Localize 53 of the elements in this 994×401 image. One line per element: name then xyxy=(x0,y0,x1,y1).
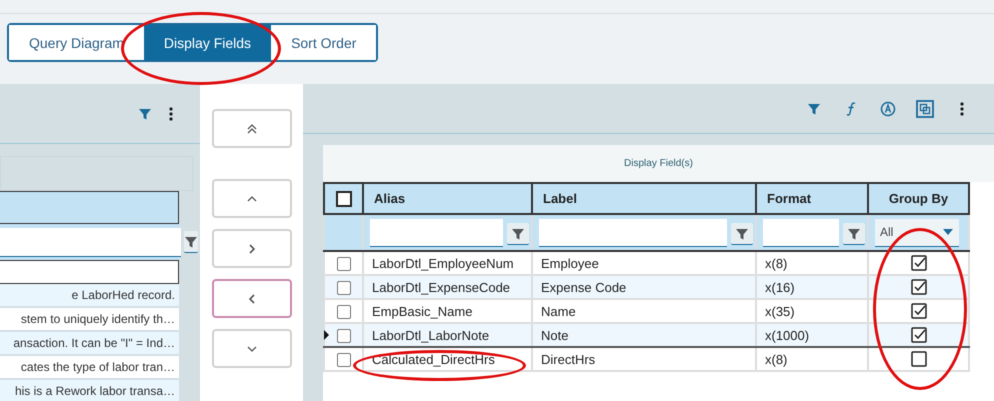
filter-button[interactable] xyxy=(184,231,198,253)
filter-input[interactable] xyxy=(763,218,839,246)
filter-icon xyxy=(735,226,749,240)
format-cell: x(1000) xyxy=(756,323,868,347)
group-by-checkbox[interactable] xyxy=(910,255,926,272)
format-cell: x(8) xyxy=(756,347,868,371)
label-cell: Expense Code xyxy=(532,275,756,299)
more-icon[interactable] xyxy=(958,100,964,116)
filter-button[interactable] xyxy=(507,223,529,245)
caret-icon xyxy=(943,229,953,235)
filter-dropdown[interactable]: All xyxy=(875,218,959,246)
row-checkbox[interactable] xyxy=(336,304,350,319)
group-by-checkbox[interactable] xyxy=(910,327,926,344)
grid-cell-text: stem to uniquely identify th… xyxy=(20,311,175,328)
column-header: Group By xyxy=(868,183,969,214)
group-by-checkbox[interactable] xyxy=(910,303,926,320)
row-checkbox[interactable] xyxy=(336,280,350,295)
select-all-checkbox[interactable] xyxy=(336,190,352,207)
filter-icon[interactable] xyxy=(806,102,820,116)
grid-cell-text: his is a Rework labor transa… xyxy=(14,383,175,400)
double-chevron-up-icon xyxy=(246,122,258,134)
filter-input[interactable] xyxy=(0,228,181,257)
group-by-checkbox[interactable] xyxy=(910,279,926,296)
filter-input[interactable] xyxy=(370,218,503,246)
column-header: Alias xyxy=(363,183,532,214)
row-checkbox[interactable] xyxy=(336,328,350,343)
filter-button[interactable] xyxy=(843,223,865,245)
row-checkbox[interactable] xyxy=(336,256,350,271)
group-by-checkbox[interactable] xyxy=(910,351,926,368)
function-icon[interactable] xyxy=(844,101,856,116)
grid-cell-text: e LaborHed record. xyxy=(72,287,175,304)
grid-cell-text: cates the type of labor tran… xyxy=(20,359,175,376)
grid-title: Display Field(s) xyxy=(323,145,994,182)
filter-icon[interactable] xyxy=(138,106,152,120)
format-cell: x(16) xyxy=(756,275,868,299)
move-button[interactable] xyxy=(212,279,292,318)
column-header: Label xyxy=(532,183,756,214)
grid-cell-text: ansaction. It can be "I" = Ind… xyxy=(13,335,175,352)
alias-cell: LaborDtl_ExpenseCode xyxy=(363,275,532,299)
circled-letter-icon[interactable] xyxy=(880,100,896,116)
overlapping-squares-icon[interactable] xyxy=(916,100,934,118)
filter-input[interactable] xyxy=(539,218,727,246)
tab[interactable]: Display Fields xyxy=(144,25,272,60)
label-cell: DirectHrs xyxy=(532,347,756,371)
filter-icon xyxy=(847,226,861,240)
label-cell: Note xyxy=(532,323,756,347)
filter-button[interactable] xyxy=(731,223,753,245)
alias-cell: LaborDtl_LaborNote xyxy=(363,323,532,347)
more-icon[interactable] xyxy=(168,106,174,122)
row-checkbox[interactable] xyxy=(336,352,350,367)
filter-icon xyxy=(511,226,525,240)
column-header: Format xyxy=(756,183,868,214)
alias-cell: Calculated_DirectHrs xyxy=(363,347,532,371)
